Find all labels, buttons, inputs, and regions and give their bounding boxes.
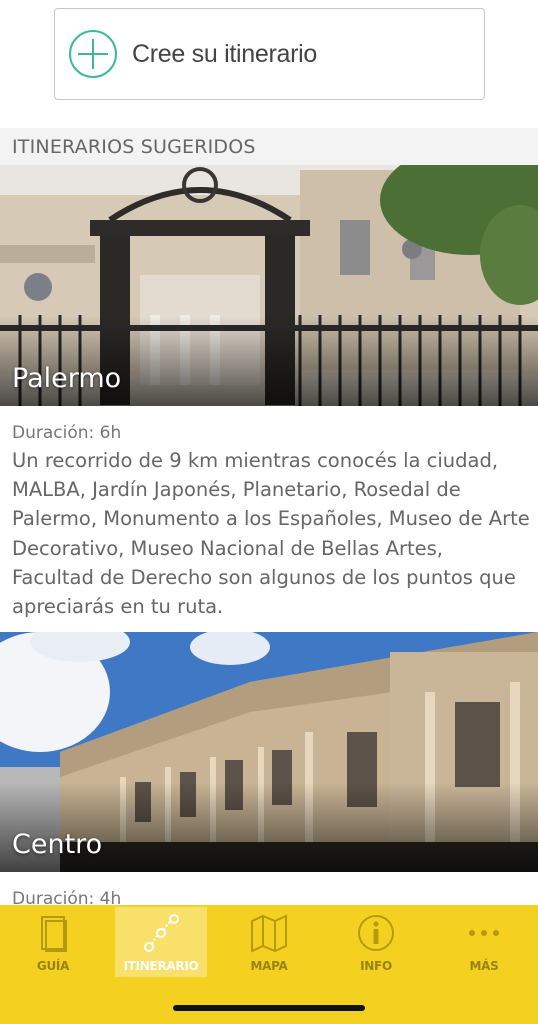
tab-label: INFO [360,959,392,973]
home-indicator [173,1005,365,1011]
itinerary-title: Centro [12,829,103,860]
plus-circle-icon [69,30,117,78]
tab-mas[interactable]: MÁS [438,907,530,977]
book-icon [41,916,67,952]
create-itinerary-button[interactable]: Cree su itinerario [54,8,485,100]
tab-label: ITINERARIO [123,959,199,973]
itinerary-description: Un recorrido de 9 km mientras conocés la… [12,449,530,619]
section-header: ITINERARIOS SUGERIDOS [0,128,538,165]
itinerary-title: Palermo [12,363,122,394]
create-itinerary-label: Cree su itinerario [132,39,317,68]
tab-label: MAPA [250,959,288,973]
tab-label: GUÍA [36,959,70,973]
tab-itinerario[interactable]: ITINERARIO [115,907,207,977]
itinerary-duration: Duración: 6h [12,423,122,443]
itinerary-card-centro[interactable]: Centro [0,632,538,872]
map-icon [251,914,287,953]
itinerary-card-palermo[interactable]: Palermo [0,165,538,406]
info-icon [358,915,394,951]
tab-info[interactable]: INFO [330,907,422,977]
tab-mapa[interactable]: MAPA [223,907,315,977]
more-dots-icon [469,930,499,936]
tab-guia[interactable]: GUÍA [7,907,99,977]
route-icon [144,914,179,952]
tab-label: MÁS [469,959,499,973]
